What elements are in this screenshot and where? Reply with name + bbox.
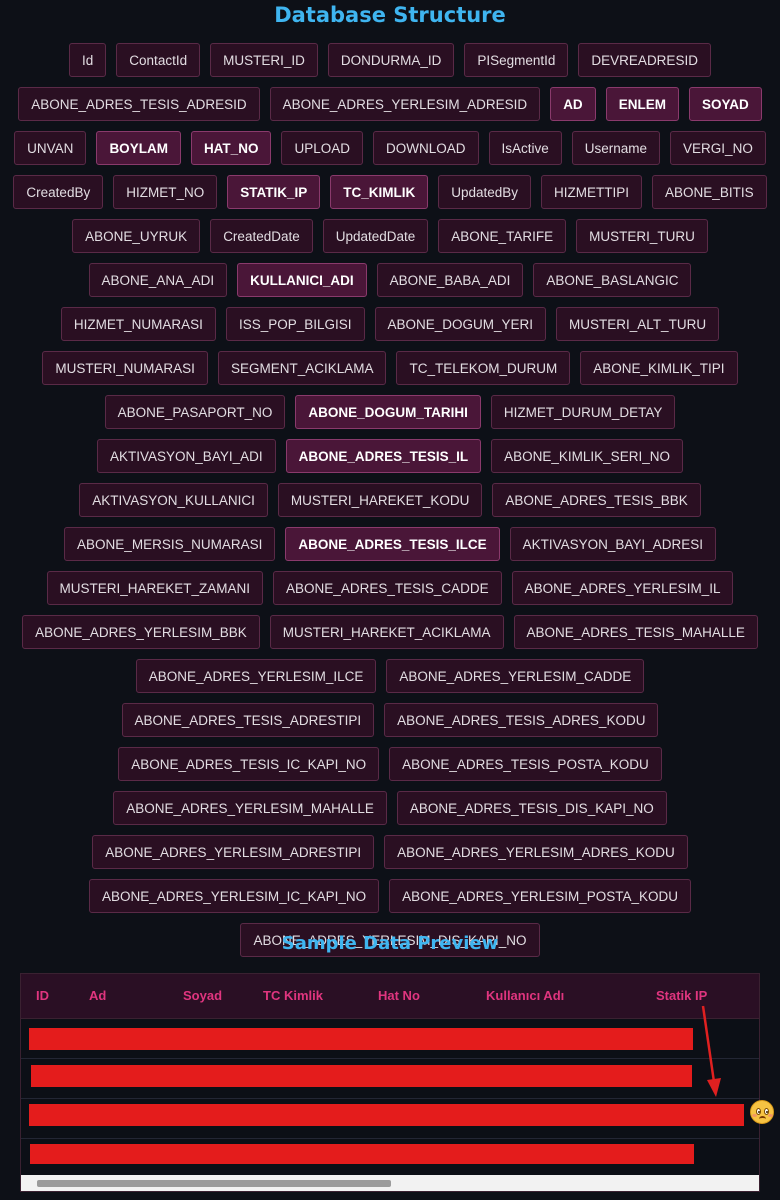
database-structure-title: Database Structure: [274, 3, 506, 27]
field-tag[interactable]: Id: [69, 43, 107, 77]
column-header[interactable]: Hat No: [378, 974, 420, 1018]
sample-data-table[interactable]: ID Ad Soyad TC Kimlik Hat No Kullanıcı Adı Sta…: [20, 973, 760, 1192]
field-tag[interactable]: ABONE_ADRES_YERLESIM_IL: [511, 571, 734, 605]
field-tag[interactable]: ABONE_ADRES_YERLESIM_ADRES_KODU: [384, 835, 688, 869]
field-tag[interactable]: ABONE_ADRES_TESIS_IC_KAPI_NO: [118, 747, 380, 781]
field-tag[interactable]: UPLOAD: [281, 131, 363, 165]
field-tag[interactable]: HIZMETTIPI: [541, 175, 643, 209]
field-tag[interactable]: ABONE_UYRUK: [72, 219, 201, 253]
field-tag[interactable]: Username: [571, 131, 661, 165]
table-row: [21, 1019, 759, 1059]
field-tag[interactable]: HAT_NO: [190, 131, 272, 165]
field-tag[interactable]: ABONE_ANA_ADI: [88, 263, 228, 297]
field-tag[interactable]: ContactId: [116, 43, 201, 77]
horizontal-scrollbar[interactable]: [21, 1175, 759, 1191]
field-tag[interactable]: ABONE_ADRES_YERLESIM_ADRESID: [269, 87, 541, 121]
field-tag[interactable]: ABONE_KIMLIK_SERI_NO: [491, 439, 683, 473]
field-tag[interactable]: MUSTERI_HAREKET_KODU: [277, 483, 483, 517]
field-tag[interactable]: DONDURMA_ID: [327, 43, 455, 77]
field-tag[interactable]: SEGMENT_ACIKLAMA: [217, 351, 387, 385]
field-tag[interactable]: UpdatedDate: [322, 219, 429, 253]
field-tag[interactable]: HIZMET_NO: [113, 175, 218, 209]
field-tag[interactable]: ABONE_ADRES_TESIS_ADRESTIPI: [121, 703, 375, 737]
field-tag[interactable]: DEVREADRESID: [578, 43, 711, 77]
field-tag[interactable]: TC_KIMLIK: [330, 175, 429, 209]
field-tag[interactable]: HIZMET_NUMARASI: [60, 307, 216, 341]
field-tag[interactable]: HIZMET_DURUM_DETAY: [490, 395, 676, 429]
table-row: [21, 1059, 759, 1099]
field-tag[interactable]: AKTIVASYON_BAYI_ADRESI: [509, 527, 716, 561]
field-tag[interactable]: ABONE_ADRES_TESIS_MAHALLE: [513, 615, 758, 649]
field-tag[interactable]: PISegmentId: [464, 43, 569, 77]
flushed-face-emoji-icon: [750, 1100, 774, 1124]
field-tag[interactable]: ABONE_TARIFE: [438, 219, 567, 253]
scrollbar-thumb[interactable]: [37, 1180, 391, 1187]
column-header[interactable]: Soyad: [183, 974, 222, 1018]
field-tag[interactable]: MUSTERI_ID: [210, 43, 318, 77]
field-tag[interactable]: ABONE_DOGUM_TARIHI: [295, 395, 481, 429]
field-tag[interactable]: AKTIVASYON_KULLANICI: [79, 483, 268, 517]
field-tag[interactable]: CreatedBy: [13, 175, 104, 209]
field-tag[interactable]: VERGI_NO: [670, 131, 766, 165]
table-row: [21, 1099, 759, 1139]
field-tag[interactable]: ABONE_ADRES_YERLESIM_ADRESTIPI: [92, 835, 375, 869]
redaction-bar: [30, 1144, 694, 1164]
field-tag[interactable]: ABONE_PASAPORT_NO: [104, 395, 286, 429]
field-tag[interactable]: IsActive: [488, 131, 562, 165]
field-tag[interactable]: AD: [550, 87, 596, 121]
redaction-bar: [31, 1065, 692, 1087]
field-tag[interactable]: ABONE_ADRES_TESIS_ADRESID: [18, 87, 260, 121]
field-tag[interactable]: ABONE_DOGUM_YERI: [374, 307, 547, 341]
field-tag[interactable]: ABONE_BITIS: [652, 175, 767, 209]
field-tag[interactable]: MUSTERI_HAREKET_ZAMANI: [46, 571, 264, 605]
field-tag[interactable]: ABONE_ADRES_TESIS_IL: [285, 439, 482, 473]
column-header[interactable]: TC Kimlik: [263, 974, 323, 1018]
field-tag[interactable]: ABONE_BASLANGIC: [533, 263, 692, 297]
table-row: [21, 1139, 759, 1178]
field-tag[interactable]: ABONE_ADRES_YERLESIM_MAHALLE: [113, 791, 387, 825]
field-tag[interactable]: STATIK_IP: [227, 175, 321, 209]
field-tag[interactable]: MUSTERI_ALT_TURU: [556, 307, 720, 341]
field-tag[interactable]: ABONE_KIMLIK_TIPI: [580, 351, 738, 385]
column-header[interactable]: Kullanıcı Adı: [486, 974, 564, 1018]
sample-data-preview-title: Sample Data Preview: [281, 933, 499, 954]
field-tag[interactable]: BOYLAM: [96, 131, 181, 165]
field-tag[interactable]: ABONE_BABA_ADI: [376, 263, 524, 297]
field-tag[interactable]: ABONE_ADRES_YERLESIM_CADDE: [386, 659, 645, 693]
column-header[interactable]: ID: [36, 974, 49, 1018]
field-tag[interactable]: KULLANICI_ADI: [237, 263, 367, 297]
field-tag[interactable]: ABONE_ADRES_TESIS_POSTA_KODU: [389, 747, 662, 781]
field-tag[interactable]: ABONE_ADRES_TESIS_ILCE: [285, 527, 500, 561]
field-tag[interactable]: ABONE_MERSIS_NUMARASI: [64, 527, 276, 561]
field-tag[interactable]: ABONE_ADRES_YERLESIM_POSTA_KODU: [389, 879, 691, 913]
redaction-bar: [29, 1028, 693, 1050]
field-tag[interactable]: ABONE_ADRES_TESIS_CADDE: [273, 571, 502, 605]
field-tag[interactable]: ABONE_ADRES_YERLESIM_ILCE: [135, 659, 377, 693]
field-tag[interactable]: MUSTERI_TURU: [576, 219, 708, 253]
redaction-bar: [29, 1104, 744, 1126]
table-header: ID Ad Soyad TC Kimlik Hat No Kullanıcı Adı Sta…: [21, 974, 759, 1019]
field-tag[interactable]: ISS_POP_BILGISI: [225, 307, 365, 341]
field-tag[interactable]: ABONE_ADRES_TESIS_DIS_KAPI_NO: [396, 791, 667, 825]
field-tag[interactable]: MUSTERI_NUMARASI: [42, 351, 208, 385]
field-tag[interactable]: AKTIVASYON_BAYI_ADI: [97, 439, 276, 473]
field-tag[interactable]: ABONE_ADRES_TESIS_ADRES_KODU: [384, 703, 659, 737]
field-tag[interactable]: SOYAD: [688, 87, 762, 121]
field-tag[interactable]: DOWNLOAD: [372, 131, 479, 165]
field-tag[interactable]: UpdatedBy: [438, 175, 532, 209]
field-tag[interactable]: MUSTERI_HAREKET_ACIKLAMA: [269, 615, 504, 649]
field-tag[interactable]: ENLEM: [605, 87, 679, 121]
field-tag[interactable]: ABONE_ADRES_TESIS_BBK: [492, 483, 701, 517]
field-tag-list: Id ContactId MUSTERI_ID DONDURMA_ID PISegmen…: [0, 29, 780, 957]
field-tag[interactable]: ABONE_ADRES_YERLESIM_IC_KAPI_NO: [89, 879, 380, 913]
field-tag[interactable]: UNVAN: [14, 131, 87, 165]
field-tag[interactable]: ABONE_ADRES_YERLESIM_BBK: [22, 615, 260, 649]
column-header[interactable]: Statik IP: [656, 974, 707, 1018]
column-header[interactable]: Ad: [89, 974, 106, 1018]
field-tag[interactable]: TC_TELEKOM_DURUM: [396, 351, 571, 385]
field-tag[interactable]: CreatedDate: [210, 219, 313, 253]
